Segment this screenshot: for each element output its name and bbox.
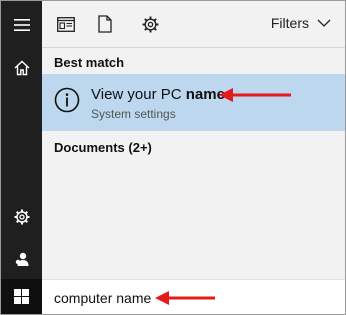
best-match-result[interactable]: View your PC name System settings — [42, 74, 345, 131]
user-icon — [15, 252, 28, 266]
apps-icon — [57, 16, 75, 32]
best-match-heading: Best match — [54, 55, 125, 70]
search-window: Filters Best match View your PC name Sys… — [0, 0, 346, 315]
filters-dropdown[interactable]: Filters — [271, 15, 331, 31]
windows-logo-icon — [14, 289, 29, 304]
home-button[interactable] — [1, 48, 42, 88]
documents-heading[interactable]: Documents (2+) — [54, 140, 152, 155]
home-icon — [14, 60, 29, 76]
gear-icon — [14, 209, 29, 225]
info-icon — [54, 87, 80, 113]
start-button[interactable] — [1, 279, 42, 314]
chevron-down-icon — [317, 19, 331, 27]
documents-filter-button[interactable] — [95, 13, 115, 35]
best-match-title: View your PC name — [91, 86, 225, 103]
settings-icon — [142, 16, 158, 32]
annotation-arrow-search — [155, 291, 215, 305]
results-panel: Filters Best match View your PC name Sys… — [42, 1, 345, 279]
filter-toolbar: Filters — [42, 1, 345, 48]
user-button[interactable] — [1, 239, 42, 279]
settings-filter-button[interactable] — [140, 13, 160, 35]
search-input[interactable]: computer name — [54, 290, 151, 306]
best-match-title-prefix: View your PC — [91, 86, 186, 103]
best-match-subtitle: System settings — [91, 107, 176, 121]
left-rail — [1, 1, 42, 314]
annotation-arrow-result — [219, 88, 291, 102]
settings-button[interactable] — [1, 197, 42, 237]
menu-button[interactable] — [1, 5, 42, 45]
hamburger-icon — [13, 19, 30, 31]
apps-filter-button[interactable] — [56, 13, 76, 35]
document-icon — [98, 15, 112, 33]
filters-label: Filters — [270, 15, 309, 31]
